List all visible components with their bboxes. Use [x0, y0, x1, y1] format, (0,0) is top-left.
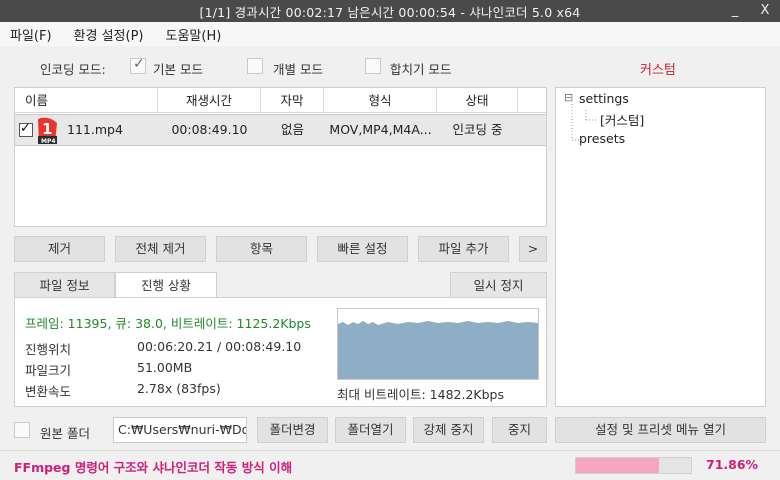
position-value: 00:06:20.21 / 00:08:49.10: [137, 339, 302, 354]
progress-percent: 71.86%: [706, 457, 759, 472]
table-row[interactable]: 1 MP4 111.mp4 00:08:49.10 없음 MOV,MP4,M4A…: [15, 114, 546, 146]
file-size-value: 51.00MB: [137, 360, 193, 375]
file-list-header: 이름 재생시간 자막 형식 상태: [15, 88, 546, 113]
tree-node-presets[interactable]: presets: [579, 131, 625, 146]
overall-progress-bar: [575, 457, 692, 474]
stop-button[interactable]: 중지: [492, 417, 547, 443]
progress-fill: [576, 458, 659, 473]
row-format: MOV,MP4,M4A...: [329, 122, 432, 137]
encoding-mode-label: 인코딩 모드:: [40, 62, 106, 77]
row-subtitle: 없음: [280, 122, 304, 137]
settings-menu-button[interactable]: 설정 및 프리셋 메뉴 열기: [555, 417, 766, 443]
merge-mode-label: 합치기 모드: [390, 62, 452, 77]
file-list[interactable]: 이름 재생시간 자막 형식 상태 1 MP4 111.mp4 00:08:49.…: [14, 87, 547, 227]
menu-preferences[interactable]: 환경 설정(P): [74, 25, 144, 44]
remove-button[interactable]: 제거: [14, 236, 105, 262]
column-status[interactable]: 상태: [437, 88, 518, 113]
quick-setup-button[interactable]: 빠른 설정: [317, 236, 408, 262]
status-message[interactable]: FFmpeg 명령어 구조와 샤나인코더 작동 방식 이해: [14, 457, 292, 476]
window-title: [1/1] 경과시간 00:02:17 남은시간 00:00:54 - 샤나인코…: [199, 4, 581, 20]
row-name: 111.mp4: [67, 122, 123, 137]
settings-tree[interactable]: ⊟ settings [커스텀] presets: [555, 87, 766, 407]
info-tabs: 파일 정보 진행 상황 일시 정지: [14, 272, 547, 298]
row-duration: 00:08:49.10: [171, 122, 248, 137]
row-checkbox[interactable]: [19, 121, 33, 137]
close-button[interactable]: X: [750, 0, 780, 22]
tab-file-info[interactable]: 파일 정보: [14, 272, 115, 298]
file-icon-ext: MP4: [41, 138, 56, 145]
column-format[interactable]: 형식: [324, 88, 437, 113]
status-bar: FFmpeg 명령어 구조와 샤나인코더 작동 방식 이해 71.86%: [0, 450, 780, 480]
speed-value: 2.78x (83fps): [137, 381, 221, 396]
tree-expander-icon[interactable]: ⊟: [564, 91, 573, 104]
mp4-file-icon: 1 MP4: [38, 117, 57, 145]
merge-mode-checkbox[interactable]: [365, 58, 381, 74]
bitrate-graph: [337, 308, 539, 380]
individual-mode-checkbox[interactable]: [247, 58, 263, 74]
title-bar: [1/1] 경과시간 00:02:17 남은시간 00:00:54 - 샤나인코…: [0, 0, 780, 22]
minimize-button[interactable]: _: [720, 0, 750, 22]
column-subtitle[interactable]: 자막: [261, 88, 324, 113]
tree-node-custom[interactable]: [커스텀]: [600, 110, 644, 129]
tab-progress[interactable]: 진행 상황: [115, 272, 217, 298]
pause-button[interactable]: 일시 정지: [450, 272, 547, 298]
file-size-label: 파일크기: [25, 363, 72, 378]
row-status: 인코딩 중: [452, 122, 503, 137]
bitrate-graph-area: [338, 321, 538, 379]
menu-file[interactable]: 파일(F): [10, 25, 52, 44]
menu-bar: 파일(F) 환경 설정(P) 도움말(H): [0, 22, 780, 46]
output-path-field[interactable]: C:₩Users₩nuri-₩Doc: [113, 417, 247, 443]
progress-panel: 프레임: 11395, 큐: 38.0, 비트레이트: 1125.2Kbps 진…: [14, 297, 547, 407]
file-icon-badge: 1: [42, 120, 52, 138]
menu-help[interactable]: 도움말(H): [166, 25, 222, 44]
column-name[interactable]: 이름: [15, 88, 158, 113]
force-stop-button[interactable]: 강제 중지: [413, 417, 484, 443]
basic-mode-label: 기본 모드: [153, 62, 203, 77]
individual-mode-label: 개별 모드: [273, 62, 323, 77]
source-folder-label: 원본 폴더: [40, 426, 90, 441]
speed-label: 변환속도: [25, 384, 72, 399]
encoding-stats: 프레임: 11395, 큐: 38.0, 비트레이트: 1125.2Kbps: [25, 316, 311, 331]
source-folder-checkbox[interactable]: [14, 422, 30, 438]
add-file-button[interactable]: 파일 추가: [418, 236, 509, 262]
position-label: 진행위치: [25, 342, 72, 357]
custom-preset-label[interactable]: 커스텀: [640, 59, 676, 78]
remove-all-button[interactable]: 전체 제거: [115, 236, 206, 262]
column-duration[interactable]: 재생시간: [158, 88, 261, 113]
basic-mode-checkbox[interactable]: [130, 56, 146, 74]
item-button[interactable]: 항목: [216, 236, 307, 262]
open-folder-button[interactable]: 폴더열기: [335, 417, 406, 443]
change-folder-button[interactable]: 폴더변경: [257, 417, 328, 443]
max-bitrate: 최대 비트레이트: 1482.2Kbps: [337, 387, 504, 402]
window-controls: _ X: [720, 0, 780, 22]
more-button[interactable]: >: [519, 236, 547, 262]
